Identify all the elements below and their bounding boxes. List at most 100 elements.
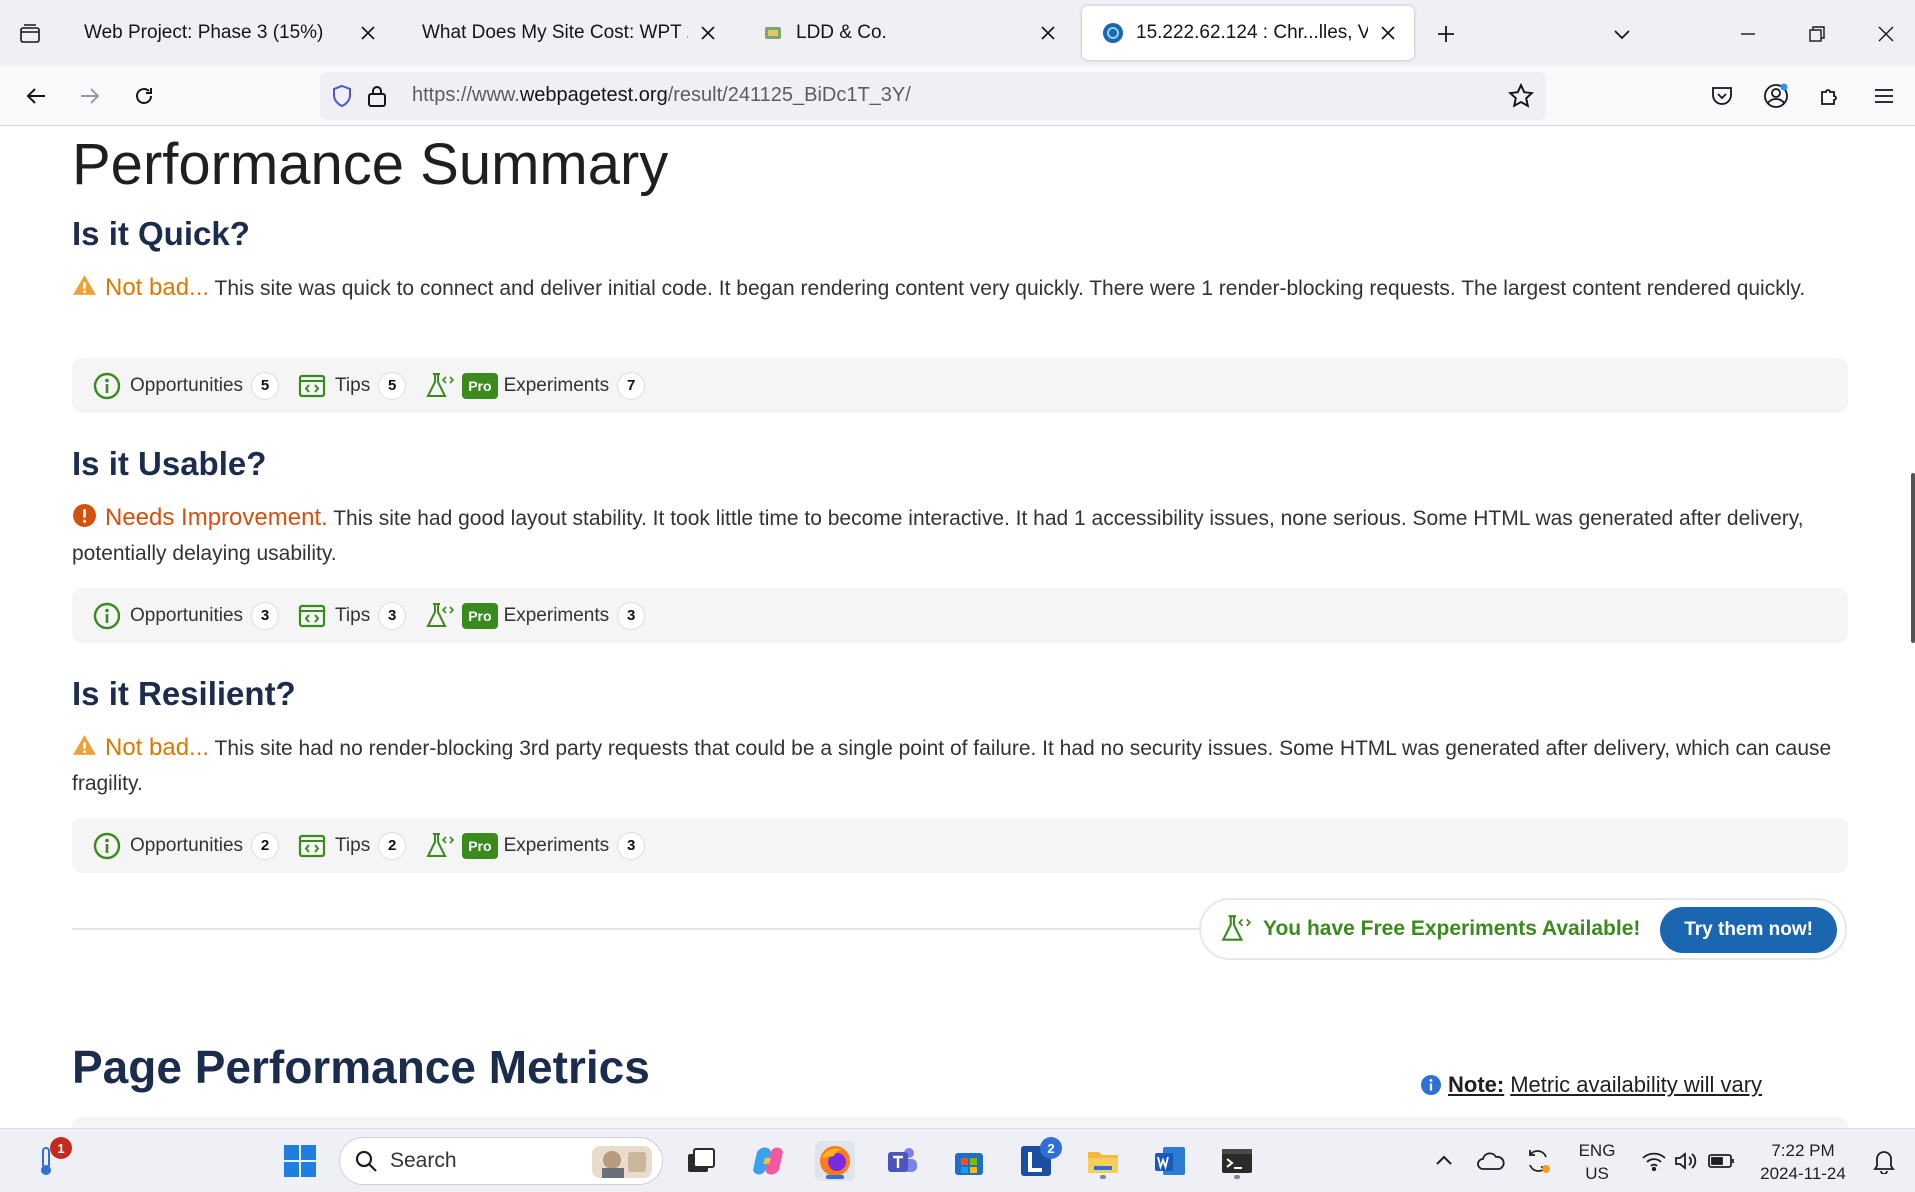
close-icon[interactable] <box>1036 21 1060 45</box>
clock-time: 7:22 PM <box>1771 1141 1835 1160</box>
star-bookmark-icon[interactable] <box>1507 82 1535 114</box>
copilot-icon[interactable] <box>748 1141 788 1181</box>
metric-availability-note[interactable]: Note: Metric availability will vary <box>1420 1072 1762 1098</box>
chevron-down-icon[interactable] <box>1606 18 1638 50</box>
experiments-link[interactable]: Pro Experiments 3 <box>424 831 646 861</box>
pocket-icon[interactable] <box>1706 80 1738 112</box>
menu-hamburger-icon[interactable] <box>1868 80 1900 112</box>
tips-link[interactable]: Tips 5 <box>297 371 407 401</box>
task-view-icon[interactable] <box>681 1141 721 1181</box>
promo-text: You have Free Experiments Available! <box>1263 917 1641 940</box>
tips-label: Tips <box>335 834 371 856</box>
tab-list-icon[interactable] <box>14 18 46 50</box>
section-title-quick: Is it Quick? <box>72 215 250 252</box>
opportunities-link[interactable]: Opportunities 5 <box>92 371 280 401</box>
lens-app-icon[interactable]: 2 <box>1016 1137 1062 1181</box>
url-prefix: https://www. <box>412 84 520 106</box>
pro-badge: Pro <box>462 602 498 629</box>
metrics-panel-top <box>72 1117 1848 1128</box>
opportunities-icon <box>93 372 121 399</box>
close-icon[interactable] <box>696 21 720 45</box>
tab-webpagetest-result[interactable]: 15.222.62.124 : Chr...lles, Virgini <box>1082 6 1414 60</box>
opportunities-label: Opportunities <box>130 834 244 856</box>
minimize-icon[interactable] <box>1732 18 1764 50</box>
tips-label: Tips <box>335 374 371 396</box>
close-icon[interactable] <box>356 21 380 45</box>
experiments-label: Experiments <box>503 604 610 626</box>
summary-text: This site had no render-blocking 3rd par… <box>72 737 1832 795</box>
opportunities-icon <box>93 832 121 859</box>
extensions-puzzle-icon[interactable] <box>1814 80 1846 112</box>
close-window-icon[interactable] <box>1870 18 1902 50</box>
tab-site-cost[interactable]: What Does My Site Cost: WPT 2411 <box>402 6 734 60</box>
close-icon[interactable] <box>1376 21 1400 45</box>
lock-icon[interactable] <box>366 84 388 113</box>
tab-title: Web Project: Phase 3 (15%) <box>84 22 324 43</box>
pro-badge: Pro <box>462 372 498 399</box>
alert-circle-icon <box>73 504 96 527</box>
tips-link[interactable]: Tips 2 <box>297 831 407 861</box>
battery-icon[interactable] <box>1702 1141 1742 1181</box>
windows-start-icon[interactable] <box>280 1141 320 1181</box>
tips-code-icon <box>298 374 326 397</box>
file-explorer-icon[interactable] <box>1083 1141 1123 1181</box>
running-indicator <box>1234 1175 1240 1179</box>
notifications-bell-icon[interactable] <box>1864 1141 1904 1181</box>
recommendations-bar: Opportunities 5 Tips 5 Pro Experiments 7 <box>72 358 1848 413</box>
clock-date: 2024-11-24 <box>1760 1164 1846 1183</box>
tab-title: LDD & Co. <box>796 22 887 43</box>
region-code: US <box>1585 1164 1609 1183</box>
page-title: Performance Summary <box>72 132 669 197</box>
experiments-count: 7 <box>617 371 646 400</box>
active-indicator <box>826 1175 844 1179</box>
url-domain: webpagetest.org <box>519 84 668 106</box>
back-arrow-icon[interactable] <box>20 80 52 112</box>
weather-widget-icon[interactable]: 1 <box>26 1137 72 1181</box>
word-icon[interactable] <box>1150 1141 1190 1181</box>
scrollbar-thumb[interactable] <box>1911 473 1915 643</box>
opportunities-label: Opportunities <box>130 374 244 396</box>
firefox-taskbar-icon[interactable] <box>815 1141 855 1181</box>
teams-icon[interactable] <box>882 1141 922 1181</box>
url-text[interactable]: https://www.webpagetest.org/result/24112… <box>412 84 911 107</box>
experiments-link[interactable]: Pro Experiments 3 <box>424 601 646 631</box>
experiments-link[interactable]: Pro Experiments 7 <box>424 371 646 401</box>
microsoft-store-icon[interactable] <box>949 1141 989 1181</box>
terminal-icon[interactable] <box>1217 1141 1257 1181</box>
clock[interactable]: 7:22 PM 2024-11-24 <box>1748 1139 1858 1185</box>
account-icon[interactable] <box>1760 80 1792 112</box>
new-tab-plus-icon[interactable] <box>1430 18 1462 50</box>
warning-triangle-icon <box>73 735 96 755</box>
running-indicator <box>1100 1175 1106 1179</box>
reload-icon[interactable] <box>128 80 160 112</box>
info-icon <box>1421 1075 1441 1095</box>
section-summary-quick: Not bad... This site was quick to connec… <box>72 270 1832 306</box>
tips-code-icon <box>298 834 326 857</box>
pro-badge: Pro <box>462 832 498 859</box>
language-indicator[interactable]: ENG US <box>1572 1139 1622 1185</box>
chevron-up-icon[interactable] <box>1424 1141 1464 1181</box>
restore-icon[interactable] <box>1801 18 1833 50</box>
tab-web-project[interactable]: Web Project: Phase 3 (15%) <box>64 6 394 60</box>
opportunities-link[interactable]: Opportunities 2 <box>92 831 280 861</box>
try-them-now-button[interactable]: Try them now! <box>1660 907 1837 953</box>
opportunities-label: Opportunities <box>130 604 244 626</box>
metrics-section-title: Page Performance Metrics <box>72 1041 650 1093</box>
forward-arrow-icon[interactable] <box>74 80 106 112</box>
section-title-resilient: Is it Resilient? <box>72 675 296 712</box>
tips-link[interactable]: Tips 3 <box>297 601 407 631</box>
opportunities-link[interactable]: Opportunities 3 <box>92 601 280 631</box>
taskbar-search[interactable]: Search <box>339 1137 663 1185</box>
language-code: ENG <box>1578 1141 1616 1160</box>
status-label: Not bad... <box>105 734 210 761</box>
tab-ldd[interactable]: LDD & Co. <box>742 6 1074 60</box>
address-bar[interactable]: https://www.webpagetest.org/result/24112… <box>320 72 1546 120</box>
volume-icon[interactable] <box>1666 1141 1706 1181</box>
shield-icon[interactable] <box>330 84 354 113</box>
sync-icon[interactable] <box>1518 1141 1558 1181</box>
flask-icon <box>426 602 455 627</box>
windows-taskbar: 1 Search 2 ENG US 7:22 PM 2024-11-24 <box>0 1128 1915 1192</box>
search-icon <box>355 1150 377 1172</box>
experiments-count: 3 <box>617 601 646 630</box>
onedrive-cloud-icon[interactable] <box>1471 1141 1511 1181</box>
